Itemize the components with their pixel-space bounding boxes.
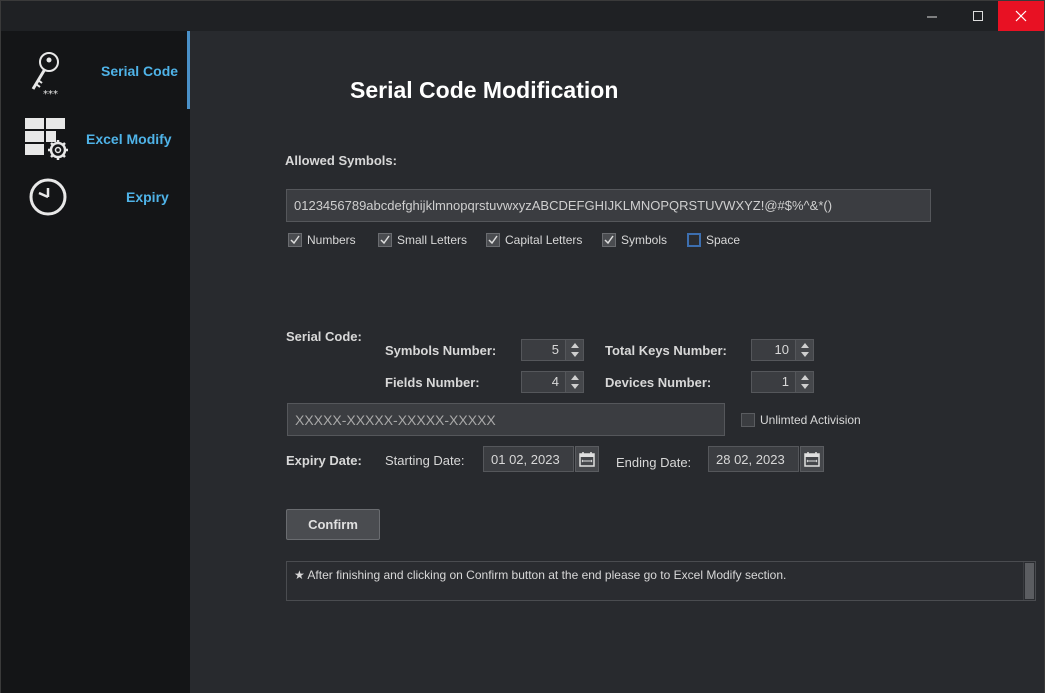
checkbox-label: Numbers: [307, 233, 356, 247]
stepper-arrows[interactable]: [565, 372, 583, 392]
serial-preview-field[interactable]: XXXXX-XXXXX-XXXXX-XXXXX: [287, 403, 725, 436]
stepper-value: 1: [781, 374, 789, 389]
sidebar-item-label: Serial Code: [101, 63, 179, 79]
small-letters-checkbox[interactable]: Small Letters: [378, 233, 467, 247]
allowed-symbols-input[interactable]: 0123456789abcdefghijklmnopqrstuvwxyzABCD…: [286, 189, 931, 222]
stepper-arrows[interactable]: [795, 372, 813, 392]
total-keys-stepper[interactable]: 10: [751, 339, 814, 361]
checkbox-label: Unlimted Activision: [760, 413, 861, 427]
stepper-arrows[interactable]: [795, 340, 813, 360]
ending-date-input[interactable]: 28 02, 2023: [708, 446, 799, 472]
unlimited-activation-checkbox[interactable]: Unlimted Activision: [741, 413, 861, 427]
starting-date-label: Starting Date:: [385, 453, 465, 468]
checkbox-label: Symbols: [621, 233, 668, 247]
numbers-checkbox[interactable]: Numbers: [288, 233, 356, 247]
svg-text:***: ***: [43, 89, 58, 97]
stepper-value: 5: [551, 342, 559, 357]
total-keys-label: Total Keys Number:: [605, 343, 727, 358]
calendar-icon: [579, 452, 595, 467]
note-text: ★ After finishing and clicking on Confir…: [294, 568, 787, 582]
close-button[interactable]: [998, 1, 1044, 31]
confirm-button[interactable]: Confirm: [286, 509, 380, 540]
symbols-number-label: Symbols Number:: [385, 343, 497, 358]
calendar-icon: [804, 452, 820, 467]
allowed-symbols-label: Allowed Symbols:: [285, 153, 397, 168]
stepper-arrows[interactable]: [565, 340, 583, 360]
page-title: Serial Code Modification: [350, 77, 619, 103]
space-checkbox[interactable]: Space: [687, 233, 740, 247]
maximize-icon: [973, 11, 983, 21]
expiry-date-label: Expiry Date:: [286, 453, 362, 468]
capital-letters-checkbox[interactable]: Capital Letters: [486, 233, 582, 247]
checkbox-label: Small Letters: [397, 233, 468, 247]
serial-code-label: Serial Code:: [286, 329, 362, 344]
sidebar-item-excel-modify[interactable]: Excel Modify: [1, 109, 190, 169]
sidebar-item-label: Expiry: [126, 189, 169, 205]
main-panel: Serial Code Modification Allowed Symbols…: [190, 31, 1044, 693]
devices-number-stepper[interactable]: 1: [751, 371, 814, 393]
checkbox-box: [687, 233, 701, 247]
symbols-number-stepper[interactable]: 5: [521, 339, 584, 361]
sidebar-item-label: Excel Modify: [86, 131, 172, 147]
up-down-arrows-icon: [570, 343, 579, 357]
minimize-icon: [927, 16, 937, 18]
stepper-value: 10: [774, 342, 789, 357]
starting-date-input[interactable]: 01 02, 2023: [483, 446, 574, 472]
checkbox-box: [288, 233, 302, 247]
sidebar: *** Serial Code Excel Modify Expiry: [1, 31, 190, 693]
fields-number-stepper[interactable]: 4: [521, 371, 584, 393]
stepper-value: 4: [551, 374, 559, 389]
ending-date-picker-button[interactable]: [800, 446, 824, 472]
symbols-checkbox[interactable]: Symbols: [602, 233, 667, 247]
minimize-button[interactable]: [909, 1, 955, 31]
sidebar-item-serial-code[interactable]: *** Serial Code: [1, 41, 190, 101]
check-icon: [290, 235, 300, 245]
checkbox-box: [378, 233, 392, 247]
sidebar-item-expiry[interactable]: Expiry: [1, 167, 190, 227]
up-down-arrows-icon: [800, 375, 809, 389]
title-bar: [1, 1, 1044, 31]
ending-date-label: Ending Date:: [616, 455, 692, 470]
checkbox-label: Capital Letters: [505, 233, 583, 247]
checkbox-box: [486, 233, 500, 247]
checkbox-box: [741, 413, 755, 427]
check-icon: [604, 235, 614, 245]
check-icon: [380, 235, 390, 245]
scrollbar-thumb[interactable]: [1025, 563, 1034, 599]
checkbox-box: [602, 233, 616, 247]
devices-number-label: Devices Number:: [605, 375, 712, 390]
key-icon: ***: [31, 52, 59, 97]
check-icon: [488, 235, 498, 245]
up-down-arrows-icon: [570, 375, 579, 389]
close-icon: [1015, 10, 1027, 22]
maximize-button[interactable]: [955, 1, 1001, 31]
starting-date-picker-button[interactable]: [575, 446, 599, 472]
notes-area: ★ After finishing and clicking on Confir…: [286, 561, 1036, 601]
checkbox-label: Space: [706, 233, 741, 247]
app-window: *** Serial Code Excel Modify Expiry Seri…: [0, 0, 1045, 693]
notes-scrollbar[interactable]: [1023, 562, 1035, 600]
grid-gear-icon: [25, 118, 68, 160]
clock-icon: [29, 178, 67, 216]
up-down-arrows-icon: [800, 343, 809, 357]
fields-number-label: Fields Number:: [385, 375, 480, 390]
